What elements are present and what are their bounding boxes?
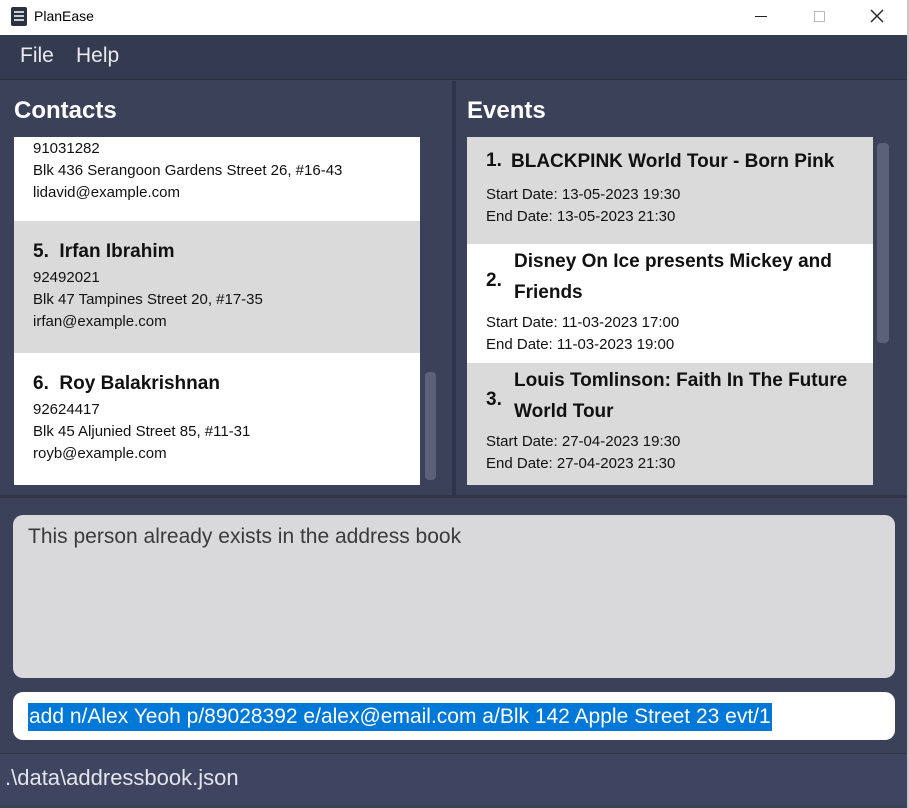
close-button[interactable] xyxy=(848,0,906,32)
pane-bottom-border xyxy=(0,495,907,498)
result-display: This person already exists in the addres… xyxy=(13,515,895,678)
maximize-icon xyxy=(813,10,825,22)
event-index: 1. xyxy=(486,150,502,171)
contact-name-text: Roy Balakrishnan xyxy=(59,373,220,394)
event-dates: Start Date: 27-04-2023 19:30 End Date: 2… xyxy=(486,431,680,475)
list-item[interactable]: 6. Roy Balakrishnan 92624417 Blk 45 Alju… xyxy=(14,353,420,485)
event-start: Start Date: 27-04-2023 19:30 xyxy=(486,433,681,450)
status-bar: .\data\addressbook.json xyxy=(0,753,907,805)
menu-file[interactable]: File xyxy=(20,44,54,68)
command-input-box[interactable]: add n/Alex Yeoh p/89028392 e/alex@email.… xyxy=(13,692,895,740)
event-name: Disney On Ice presents Mickey and Friend… xyxy=(514,251,832,303)
event-start: Start Date: 13-05-2023 19:30 xyxy=(486,186,681,203)
menu-help[interactable]: Help xyxy=(76,44,119,68)
list-item[interactable]: 5. Irfan Ibrahim 92492021 Blk 47 Tampine… xyxy=(14,221,420,353)
contacts-title: Contacts xyxy=(14,97,117,124)
minimize-button[interactable] xyxy=(732,0,790,32)
event-start: Start Date: 11-03-2023 17:00 xyxy=(486,314,680,331)
event-list: 1. BLACKPINK World Tour - Born Pink Star… xyxy=(467,137,873,485)
events-title: Events xyxy=(467,97,546,124)
event-index: 2. xyxy=(486,270,502,291)
contacts-scrollbar[interactable] xyxy=(425,372,436,480)
contact-email: lidavid@example.com xyxy=(33,184,180,201)
list-item[interactable]: 2. Disney On Ice presents Mickey and Fri… xyxy=(467,244,873,363)
contact-address: Blk 436 Serangoon Gardens Street 26, #16… xyxy=(33,162,343,179)
title-bar: PlanEase xyxy=(0,0,909,34)
contact-email: irfan@example.com xyxy=(33,313,167,330)
event-end: End Date: 13-05-2023 21:30 xyxy=(486,208,676,225)
contact-name: 6. Roy Balakrishnan xyxy=(33,373,420,395)
close-icon xyxy=(870,9,884,23)
menu-bar: File Help xyxy=(0,35,907,80)
contact-phone: 92492021 xyxy=(33,269,100,286)
events-scrollbar[interactable] xyxy=(877,143,889,343)
event-name: Louis Tomlinson: Faith In The Future Wor… xyxy=(514,370,848,422)
event-end: End Date: 11-03-2023 19:00 xyxy=(486,336,675,353)
window-title: PlanEase xyxy=(34,8,94,24)
minimize-icon xyxy=(755,15,767,17)
contact-email: royb@example.com xyxy=(33,445,167,462)
event-index: 3. xyxy=(486,389,502,410)
contact-name: 5. Irfan Ibrahim xyxy=(33,241,420,263)
pane-divider[interactable] xyxy=(452,81,456,496)
contact-address: Blk 45 Aljunied Street 85, #11-31 xyxy=(33,423,251,440)
list-item[interactable]: 1. BLACKPINK World Tour - Born Pink Star… xyxy=(467,137,873,244)
event-end: End Date: 27-04-2023 21:30 xyxy=(486,455,676,472)
maximize-button[interactable] xyxy=(790,0,848,32)
next-list-item xyxy=(467,482,873,485)
status-file-path: .\data\addressbook.json xyxy=(5,765,239,790)
event-name: BLACKPINK World Tour - Born Pink xyxy=(511,151,835,172)
notebook-icon xyxy=(11,7,27,26)
contact-index: 5. xyxy=(33,241,49,262)
contact-name-text: Irfan Ibrahim xyxy=(59,241,175,262)
command-input[interactable]: add n/Alex Yeoh p/89028392 e/alex@email.… xyxy=(28,703,772,731)
result-message: This person already exists in the addres… xyxy=(28,525,462,548)
event-dates: Start Date: 13-05-2023 19:30 End Date: 1… xyxy=(486,184,680,228)
contact-phone: 91031282 xyxy=(33,140,100,157)
contact-address: Blk 47 Tampines Street 20, #17-35 xyxy=(33,291,263,308)
contact-index: 6. xyxy=(33,373,49,394)
list-item[interactable]: 3. Louis Tomlinson: Faith In The Future … xyxy=(467,363,873,482)
contact-phone: 92624417 xyxy=(33,401,100,418)
contact-list: 91031282 Blk 436 Serangoon Gardens Stree… xyxy=(14,137,420,485)
app-window: File Help Contacts 91031282 Blk 436 Sera… xyxy=(0,35,907,808)
list-item[interactable]: 91031282 Blk 436 Serangoon Gardens Stree… xyxy=(14,137,420,221)
event-dates: Start Date: 11-03-2023 17:00 End Date: 1… xyxy=(486,312,679,356)
